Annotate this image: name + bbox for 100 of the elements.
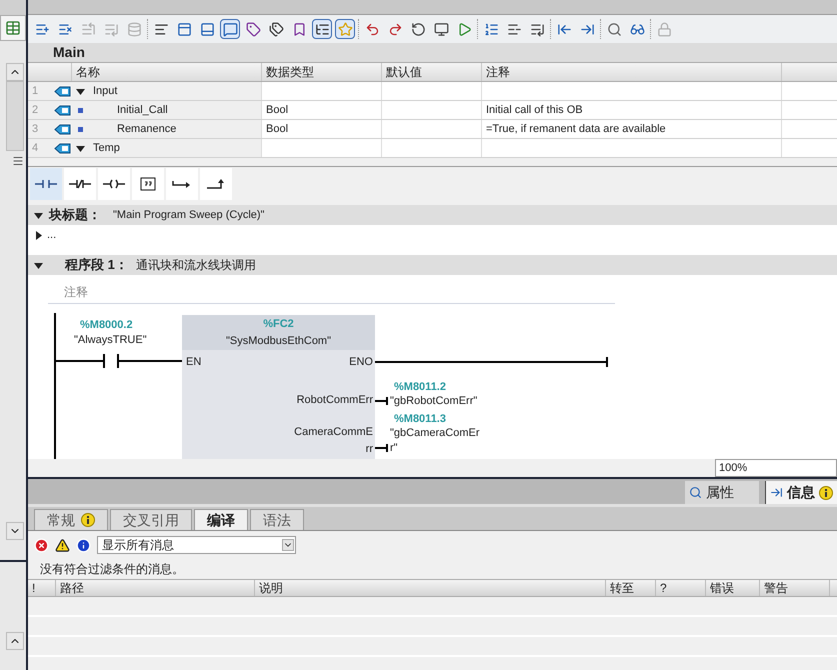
output-tag: "gbCameraComEr r" <box>390 426 480 456</box>
interface-icon <box>54 104 70 116</box>
variable-name: Input <box>93 84 118 99</box>
table-cell <box>782 82 837 100</box>
filter-dropdown[interactable]: 显示所有消息 <box>97 536 296 554</box>
column-header: 默认值 <box>382 63 482 81</box>
inspector-tab[interactable]: 信息 <box>765 481 837 504</box>
caret-down-icon[interactable] <box>34 260 43 270</box>
table-cell: Bool <box>262 101 382 119</box>
column-header: ? <box>656 580 706 596</box>
row-number: 4 <box>32 140 38 156</box>
table-row[interactable]: 4 Temp <box>28 139 837 158</box>
info-tab[interactable]: 常规 <box>34 509 108 530</box>
table-cell <box>782 101 837 119</box>
title-bar <box>0 0 26 15</box>
network-label: 程序段 1： <box>65 256 128 274</box>
contact-icon <box>35 179 57 189</box>
inspector-tab[interactable]: 属性 <box>685 481 759 504</box>
interface-icon <box>54 142 70 154</box>
column-header: 错误 <box>706 580 760 596</box>
info-tab[interactable]: 编译 <box>194 509 248 530</box>
table-row[interactable]: 2 Initial_Call Bool Initial call of this OB <box>28 101 837 120</box>
output-wire <box>375 444 389 452</box>
warning-icon[interactable] <box>55 538 70 552</box>
table-cell <box>782 120 837 138</box>
instruction-button[interactable] <box>64 168 96 200</box>
bullet-icon <box>78 108 83 112</box>
network-comment-field[interactable]: 注释 <box>48 280 615 304</box>
caret-right-icon[interactable] <box>34 230 43 240</box>
caret-down-icon[interactable] <box>76 86 85 96</box>
arrow-up-icon <box>206 178 226 190</box>
row-number: 2 <box>32 102 38 118</box>
variable-name: Initial_Call <box>116 102 168 118</box>
instruction-button[interactable] <box>166 168 198 200</box>
menu-icon[interactable] <box>12 155 24 167</box>
column-header: 警告 <box>760 580 830 596</box>
interface-icon <box>54 86 70 96</box>
info-tab[interactable]: 交叉引用 <box>110 509 192 530</box>
row-number: 1 <box>32 84 38 99</box>
list-tree-icon[interactable] <box>312 19 332 39</box>
nc-contact-icon <box>69 179 91 189</box>
column-header: 注释 <box>482 63 782 81</box>
column-header: 名称 <box>72 63 262 81</box>
output-tag: "gbRobotComErr" <box>390 394 478 409</box>
info-icon[interactable] <box>76 538 91 552</box>
info-icon <box>819 486 833 500</box>
error-icon[interactable] <box>34 538 49 552</box>
status-message: 没有符合过滤条件的消息。 <box>40 561 184 578</box>
variable-name: Temp <box>93 140 120 156</box>
arrow-right-icon <box>770 486 783 499</box>
column-header: 说明 <box>255 580 606 596</box>
search-icon <box>689 486 702 499</box>
arrow-right-icon <box>172 178 192 190</box>
caret-down-icon[interactable] <box>34 210 43 220</box>
variable-name: Remanence <box>116 122 176 137</box>
instruction-button[interactable] <box>98 168 130 200</box>
block-name: Main <box>53 43 85 62</box>
instruction-button[interactable] <box>132 168 164 200</box>
caret-down-icon[interactable] <box>76 144 85 152</box>
info-icon <box>81 513 95 527</box>
block-address: %FC2 <box>263 317 294 332</box>
table-cell <box>782 139 837 157</box>
block-title-label: 块标题： <box>49 206 101 224</box>
bullet-icon <box>78 126 83 132</box>
table-row[interactable]: 1 Input <box>28 82 837 101</box>
block-comment: ... <box>47 228 56 243</box>
info-tab[interactable]: 语法 <box>250 509 304 530</box>
empty-box-icon <box>139 176 157 192</box>
scroll-up-button[interactable] <box>6 632 24 650</box>
instruction-button[interactable] <box>30 168 62 200</box>
pin-label: ENO <box>349 355 373 370</box>
output-address: %M8011.2 <box>394 380 446 395</box>
scroll-up-button[interactable] <box>6 63 24 81</box>
pin-label: EN <box>186 355 202 370</box>
zoom-field[interactable]: 100% <box>715 459 837 477</box>
table-icon <box>5 20 21 36</box>
column-header: 数据类型 <box>262 63 382 81</box>
pin-label: CameraCommE rr <box>294 425 373 457</box>
table-cell: =True, if remanent data are available <box>482 120 782 138</box>
output-address: %M8011.3 <box>394 412 446 427</box>
column-header: ! <box>28 580 56 596</box>
network-title: 通讯块和流水线块调用 <box>136 257 256 274</box>
scroll-down-button[interactable] <box>6 522 24 540</box>
contact-address: %M8000.2 <box>80 318 133 333</box>
dropdown-icon <box>282 539 294 551</box>
pin-label: RobotCommErr <box>296 393 373 408</box>
contact-tag: "AlwaysTRUE" <box>74 332 147 348</box>
interface-icon <box>54 124 70 134</box>
column-header: 路径 <box>56 580 255 596</box>
block-name: "SysModbusEthCom" <box>226 334 331 348</box>
coil-icon <box>103 179 125 189</box>
table-cell: Initial call of this OB <box>482 101 782 119</box>
table-button[interactable] <box>0 15 26 41</box>
column-header: 转至 <box>606 580 656 596</box>
row-number: 3 <box>32 122 38 137</box>
table-cell: Bool <box>262 120 382 138</box>
scrollbar-thumb[interactable] <box>6 81 24 151</box>
instruction-button[interactable] <box>200 168 232 200</box>
table-row[interactable]: 3 Remanence Bool =True, if remanent data are available <box>28 120 837 139</box>
comment-icon[interactable] <box>220 19 240 39</box>
